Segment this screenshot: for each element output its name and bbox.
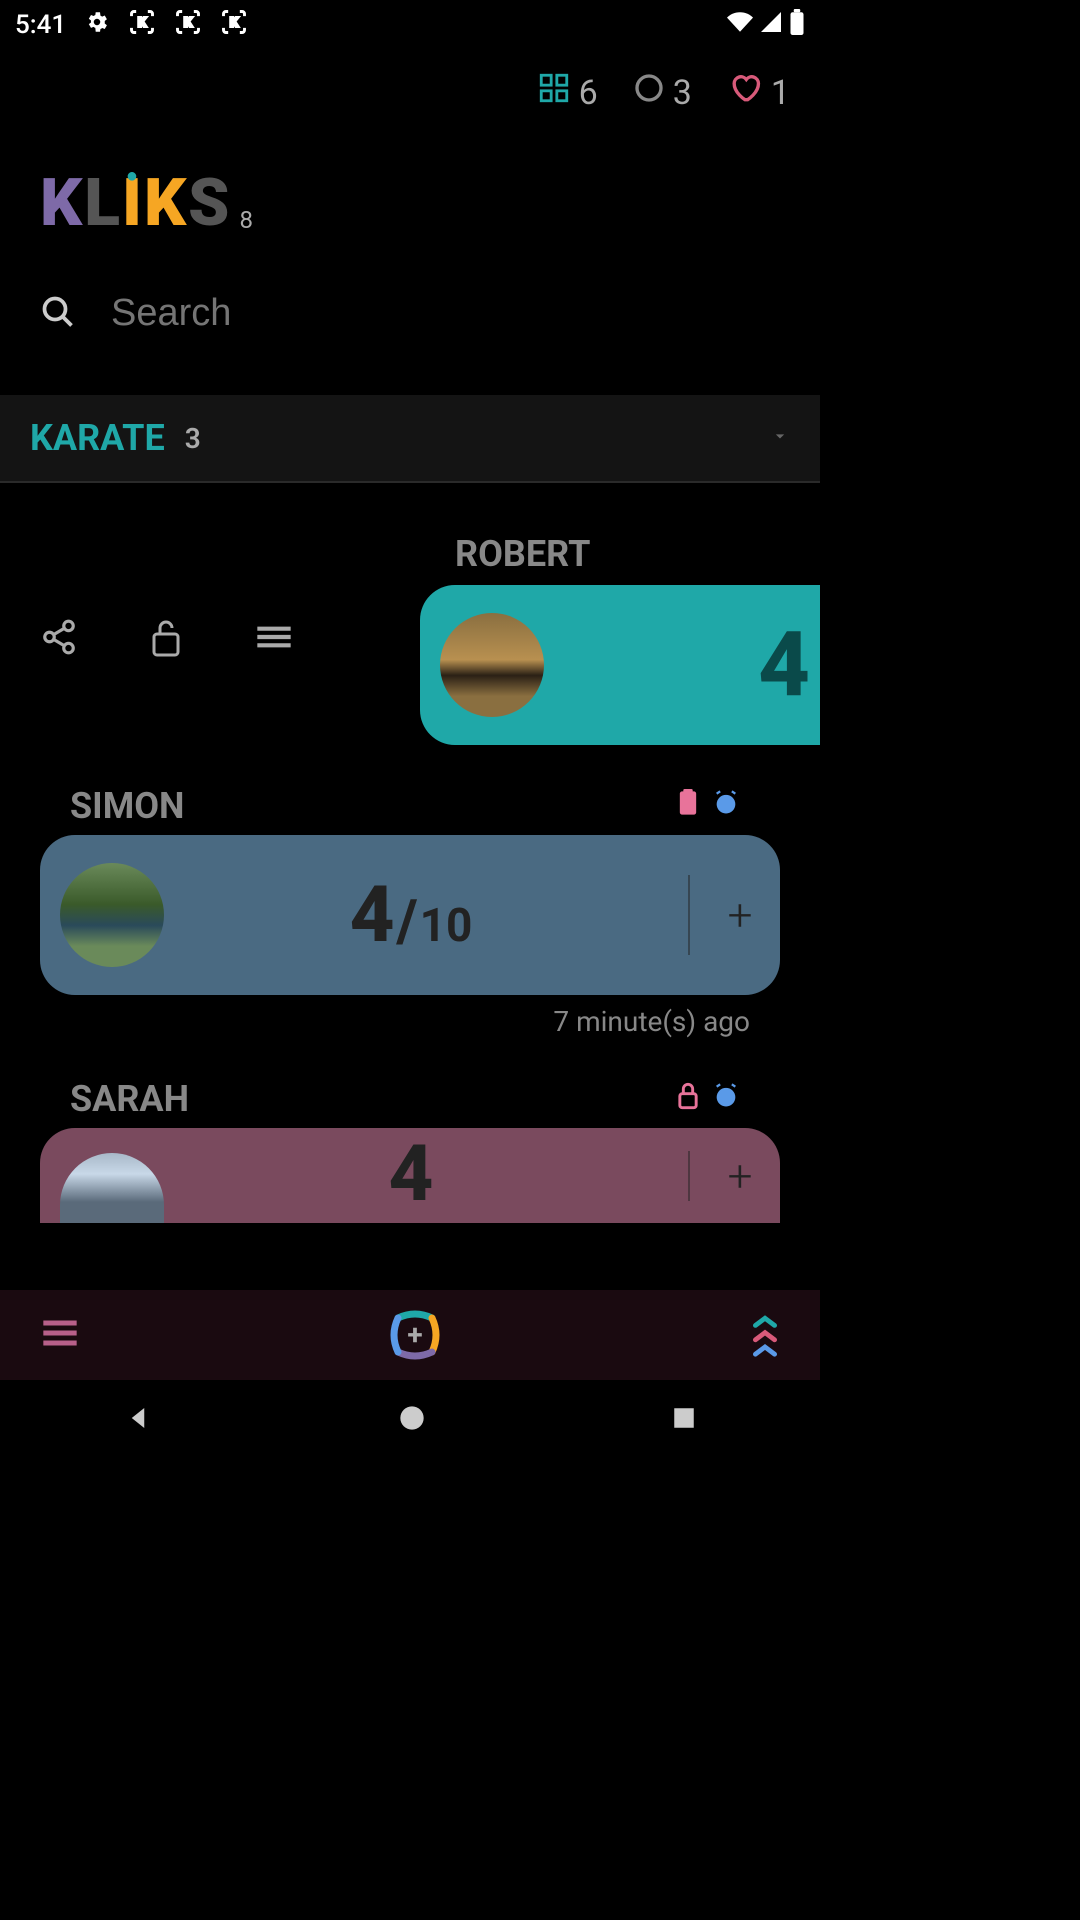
lock-icon — [676, 1082, 700, 1117]
battery-icon — [789, 9, 805, 42]
alarm-icon — [712, 789, 740, 824]
add-fab[interactable]: + — [388, 1308, 442, 1362]
wifi-icon — [727, 9, 753, 42]
category-count: 3 — [185, 422, 201, 455]
avatar-sarah — [60, 1153, 164, 1223]
k-bracket-icon-1: K — [128, 8, 156, 43]
signal-icon — [759, 10, 783, 41]
category-header[interactable]: KARATE 3 — [0, 395, 820, 483]
svg-text:K: K — [230, 15, 239, 30]
divider — [688, 875, 690, 955]
svg-text:K: K — [138, 15, 147, 30]
grid-count: 6 — [579, 73, 598, 113]
unlock-icon[interactable] — [148, 615, 184, 663]
simon-score: 4 — [350, 870, 395, 961]
svg-text:K: K — [184, 15, 193, 30]
search-icon[interactable] — [40, 294, 76, 334]
card-simon[interactable]: SIMON 4 / 10 + 7 minute(s) ago — [40, 785, 780, 1038]
menu-icon[interactable] — [40, 1318, 80, 1352]
recents-button[interactable] — [671, 1405, 697, 1435]
search-input[interactable] — [111, 292, 780, 335]
card-name-simon: SIMON — [70, 785, 184, 827]
avatar-simon — [60, 863, 164, 967]
avatar-robert — [440, 613, 544, 717]
plus-button-simon[interactable]: + — [720, 889, 760, 941]
card-sarah[interactable]: SARAH 4 + — [40, 1078, 780, 1223]
heart-icon — [727, 70, 763, 115]
android-nav-bar — [0, 1380, 820, 1460]
plus-button-sarah[interactable]: + — [720, 1150, 760, 1202]
gear-icon — [84, 9, 110, 42]
robert-score: 4 — [758, 613, 810, 718]
clock: 5:41 — [15, 10, 66, 40]
chevron-down-icon — [770, 426, 790, 450]
clipboard-icon — [676, 789, 700, 824]
score-separator: / — [397, 888, 418, 956]
circle-icon — [633, 72, 665, 113]
status-bar: 5:41 K K K — [0, 0, 820, 50]
bottom-app-bar: + — [0, 1290, 820, 1380]
alarm-icon-sarah — [712, 1082, 740, 1117]
sarah-score: 4 — [389, 1152, 434, 1199]
home-button[interactable] — [398, 1404, 426, 1436]
app-logo: KL●IKS 8 — [0, 135, 820, 252]
back-button[interactable] — [123, 1403, 153, 1437]
k-bracket-icon-2: K — [174, 8, 202, 43]
k-bracket-icon-3: K — [220, 8, 248, 43]
divider-sarah — [688, 1151, 690, 1201]
card-name-sarah: SARAH — [70, 1078, 189, 1120]
heart-count: 1 — [771, 73, 790, 113]
drag-handle-icon[interactable] — [254, 622, 294, 656]
logo-count: 8 — [240, 206, 254, 234]
grid-icon — [537, 71, 571, 114]
card-name-robert: ROBERT — [420, 533, 820, 585]
simon-total: 10 — [420, 899, 473, 953]
card-robert[interactable]: 4 — [420, 585, 820, 745]
grid-counter[interactable]: 6 — [537, 71, 598, 114]
share-icon[interactable] — [40, 618, 78, 660]
svg-text:+: + — [407, 1318, 422, 1351]
circle-counter[interactable]: 3 — [633, 72, 692, 113]
scroll-top-icon[interactable] — [750, 1311, 780, 1359]
simon-time: 7 minute(s) ago — [40, 995, 780, 1038]
heart-counter[interactable]: 1 — [727, 70, 790, 115]
circle-count: 3 — [673, 73, 692, 113]
category-name: KARATE — [30, 417, 165, 459]
